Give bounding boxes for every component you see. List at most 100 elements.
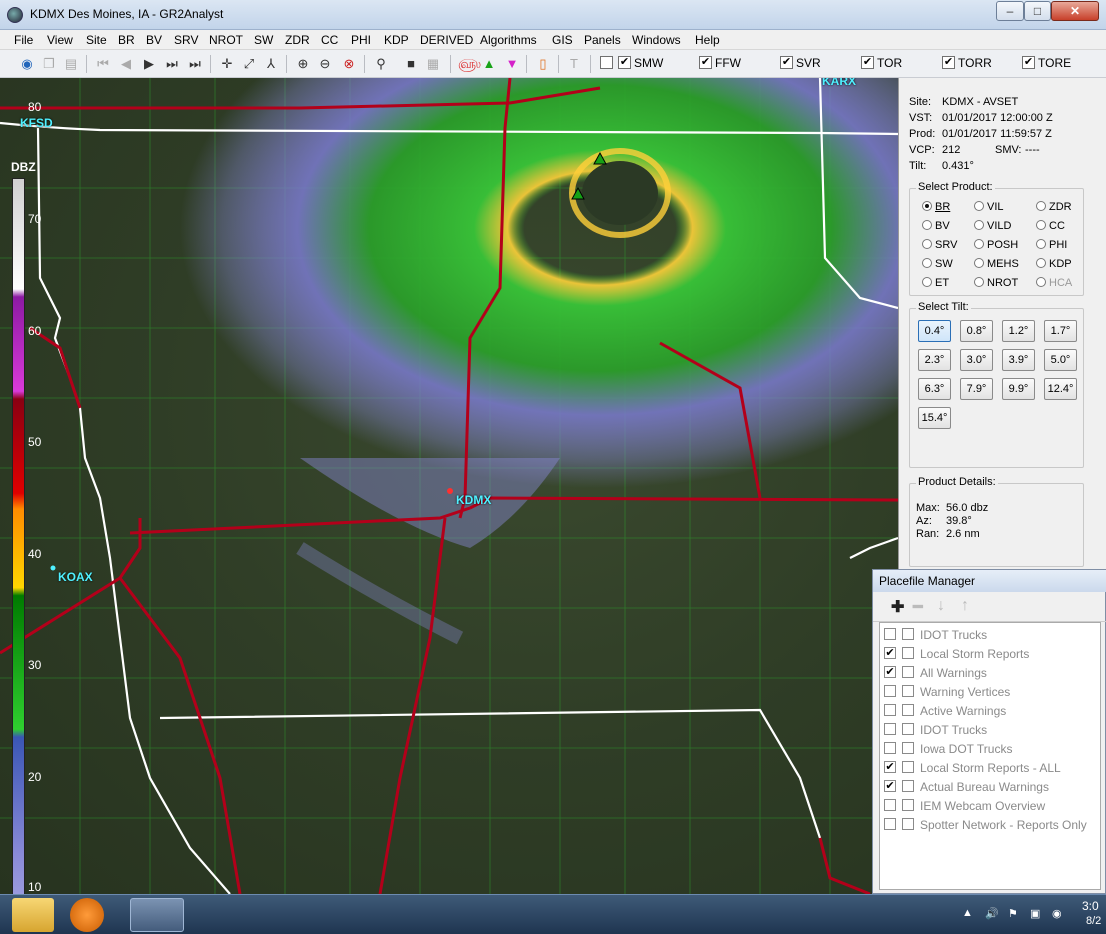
radio-mehs[interactable]: MEHS — [974, 258, 1019, 270]
clock[interactable]: 3:0 — [1082, 899, 1099, 913]
smw-checkbox[interactable]: ✔ — [618, 56, 631, 69]
site-label-kdmx[interactable]: KDMX — [456, 493, 491, 507]
site-label-kfsd[interactable]: KFSD — [20, 116, 53, 130]
tilt-button[interactable]: 2.3° — [918, 349, 951, 371]
tilt-button[interactable]: 6.3° — [918, 378, 951, 400]
last-frame-icon[interactable]: ⏭ — [186, 55, 204, 73]
file-explorer-icon[interactable] — [12, 898, 54, 932]
menu-phi[interactable]: PHI — [351, 33, 371, 47]
tilt-button[interactable]: 1.7° — [1044, 320, 1077, 342]
menu-windows[interactable]: Windows — [632, 33, 681, 47]
green-triangle-icon[interactable]: ▲ — [480, 55, 498, 73]
list-item[interactable]: ✔ All Warnings — [880, 663, 1100, 682]
menu-panels[interactable]: Panels — [584, 33, 621, 47]
maximize-button[interactable]: □ — [1024, 1, 1051, 21]
torr-checkbox[interactable]: ✔ — [942, 56, 955, 69]
menu-zdr[interactable]: ZDR — [285, 33, 310, 47]
radio-sw[interactable]: SW — [922, 258, 953, 270]
list-item[interactable]: Active Warnings — [880, 701, 1100, 720]
tilt-button[interactable]: 15.4° — [918, 407, 951, 429]
list-item[interactable]: ✔ Actual Bureau Warnings — [880, 777, 1100, 796]
radio-bv[interactable]: BV — [922, 220, 950, 232]
menu-kdp[interactable]: KDP — [384, 33, 409, 47]
menu-derived[interactable]: DERIVED — [420, 33, 473, 47]
gr2analyst-taskbar-icon[interactable] — [130, 898, 184, 932]
list-item[interactable]: Spotter Network - Reports Only — [880, 815, 1100, 834]
list-item[interactable]: ✔ Local Storm Reports — [880, 644, 1100, 663]
zoom-out-icon[interactable]: ⊖ — [316, 55, 334, 73]
magenta-triangle-icon[interactable]: ▼ — [503, 55, 521, 73]
menu-bv[interactable]: BV — [146, 33, 162, 47]
svr-checkbox[interactable]: ✔ — [780, 56, 793, 69]
remove-icon[interactable]: ━ — [913, 597, 923, 617]
pan-icon[interactable]: ✛ — [218, 55, 236, 73]
close-button[interactable]: ✕ — [1051, 1, 1099, 21]
tilt-button[interactable]: 9.9° — [1002, 378, 1035, 400]
hurricane-icon[interactable]: ௵ — [458, 55, 481, 73]
tor-checkbox[interactable]: ✔ — [861, 56, 874, 69]
move-down-icon[interactable]: ↓ — [937, 597, 945, 615]
print-icon[interactable]: ▤ — [62, 55, 80, 73]
orange-box-icon[interactable]: ▯ — [534, 55, 552, 73]
tray-arrow-icon[interactable]: ▲ — [962, 907, 973, 919]
copy-icon[interactable]: ❐ — [40, 55, 58, 73]
menu-algorithms[interactable]: Algorithms — [480, 33, 537, 47]
minimize-button[interactable]: – — [996, 1, 1024, 21]
grid-icon[interactable]: ▦ — [424, 55, 442, 73]
radio-br[interactable]: BR — [922, 201, 950, 213]
menu-nrot[interactable]: NROT — [209, 33, 243, 47]
first-frame-icon[interactable]: ⏮ — [94, 55, 112, 73]
step-back-icon[interactable]: ◀ — [117, 55, 135, 73]
globe-icon[interactable]: ◉ — [18, 55, 36, 73]
radio-et[interactable]: ET — [922, 277, 949, 289]
network-icon[interactable]: ▣ — [1030, 907, 1040, 920]
ffw-checkbox[interactable]: ✔ — [699, 56, 712, 69]
list-item[interactable]: IDOT Trucks — [880, 720, 1100, 739]
date[interactable]: 8/2 — [1086, 915, 1101, 927]
menu-cc[interactable]: CC — [321, 33, 338, 47]
add-icon[interactable]: ✚ — [891, 597, 904, 617]
media-player-icon[interactable] — [70, 898, 104, 932]
list-item[interactable]: Iowa DOT Trucks — [880, 739, 1100, 758]
list-item[interactable]: IDOT Trucks — [880, 625, 1100, 644]
list-item[interactable]: ✔ Local Storm Reports - ALL — [880, 758, 1100, 777]
tilt-button[interactable]: 12.4° — [1044, 378, 1077, 400]
radio-vild[interactable]: VILD — [974, 220, 1011, 232]
zoom-in-icon[interactable]: ⊕ — [294, 55, 312, 73]
menu-sw[interactable]: SW — [254, 33, 273, 47]
move-up-icon[interactable]: ↑ — [961, 597, 969, 615]
site-label-karx[interactable]: KARX — [822, 78, 856, 88]
radio-srv[interactable]: SRV — [922, 239, 957, 251]
menu-view[interactable]: View — [47, 33, 73, 47]
cross-section-icon[interactable]: ⅄ — [262, 55, 280, 73]
tilt-button[interactable]: 3.0° — [960, 349, 993, 371]
tilt-button[interactable]: 5.0° — [1044, 349, 1077, 371]
measure-icon[interactable]: ⤢ — [240, 55, 258, 73]
radio-vil[interactable]: VIL — [974, 201, 1004, 213]
volume-icon[interactable]: 🔊 — [985, 907, 999, 920]
tore-checkbox[interactable]: ✔ — [1022, 56, 1035, 69]
list-item[interactable]: Warning Vertices — [880, 682, 1100, 701]
radio-nrot[interactable]: NROT — [974, 277, 1018, 289]
flag-icon[interactable]: ⚑ — [1008, 907, 1018, 920]
site-label-koax[interactable]: KOAX — [58, 570, 93, 584]
radio-kdp[interactable]: KDP — [1036, 258, 1072, 270]
tilt-button[interactable]: 1.2° — [1002, 320, 1035, 342]
play-icon[interactable]: ▶ — [140, 55, 158, 73]
black-square-icon[interactable]: ■ — [402, 55, 420, 73]
menu-file[interactable]: File — [14, 33, 33, 47]
probe-icon[interactable]: ⚲ — [372, 55, 390, 73]
radio-cc[interactable]: CC — [1036, 220, 1065, 232]
misc-checkbox[interactable] — [600, 56, 613, 69]
menu-site[interactable]: Site — [86, 33, 107, 47]
tilt-button[interactable]: 0.8° — [960, 320, 993, 342]
tilt-button[interactable]: 3.9° — [1002, 349, 1035, 371]
zoom-reset-icon[interactable]: ⊗ — [340, 55, 358, 73]
text-icon[interactable]: T — [565, 55, 583, 73]
menu-gis[interactable]: GIS — [552, 33, 573, 47]
list-item[interactable]: IEM Webcam Overview — [880, 796, 1100, 815]
radio-posh[interactable]: POSH — [974, 239, 1018, 251]
radio-zdr[interactable]: ZDR — [1036, 201, 1072, 213]
menu-srv[interactable]: SRV — [174, 33, 198, 47]
tray-app-icon[interactable]: ◉ — [1052, 907, 1062, 920]
